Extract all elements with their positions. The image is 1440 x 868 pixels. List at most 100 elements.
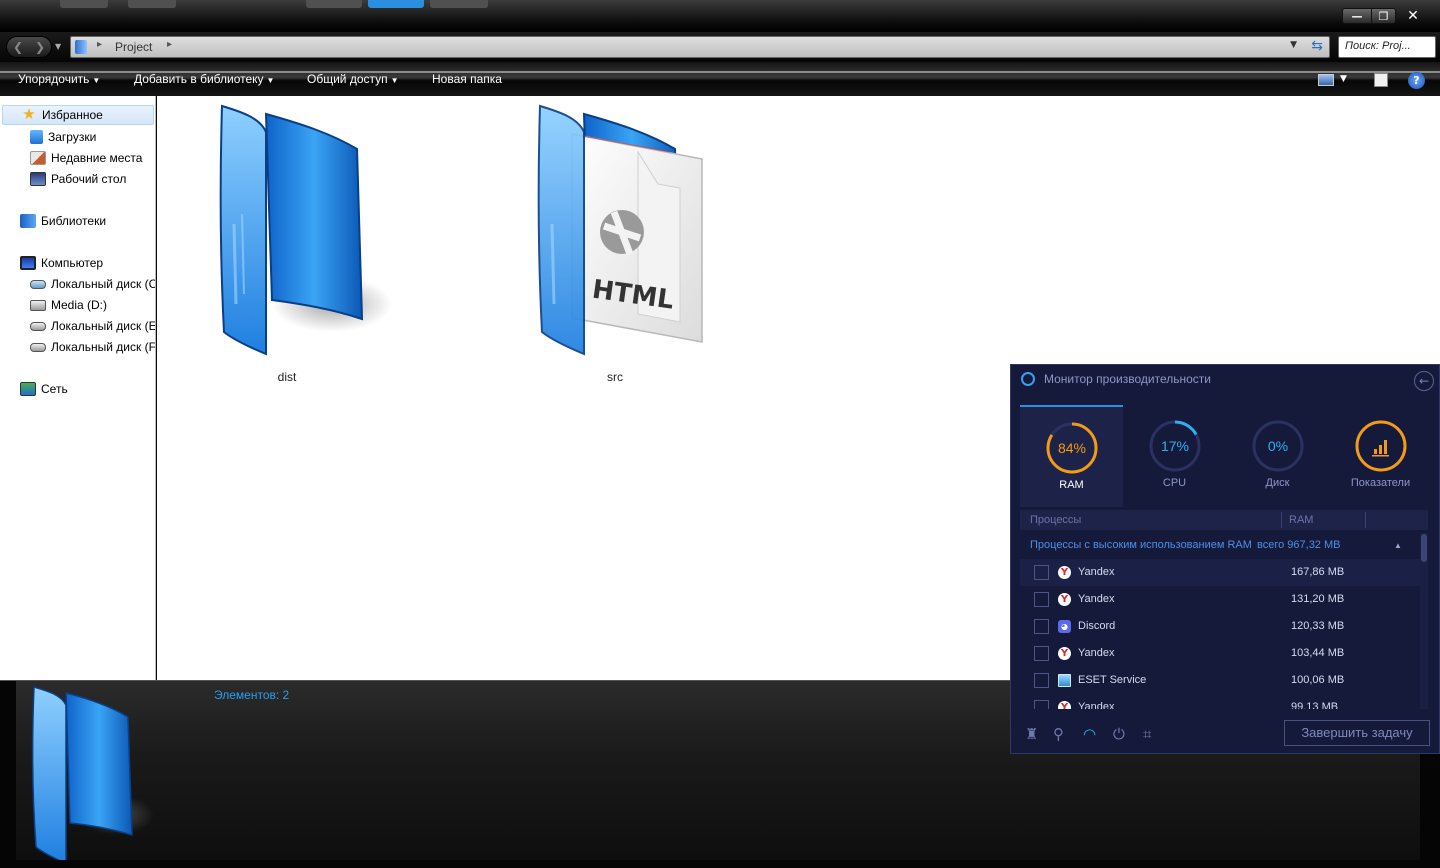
nav-label: Библиотеки [41,214,107,228]
preview-pane-icon[interactable] [1374,73,1388,87]
indicators-gauge [1355,420,1407,472]
table-row[interactable]: Y Yandex 103,44 MB [1020,640,1420,667]
search-icon[interactable]: ⚲ [1053,725,1064,743]
nav-item-libraries[interactable]: Библиотеки [20,211,106,231]
end-task-button[interactable]: Завершить задачу [1284,720,1430,746]
taskbar-fragment [60,0,108,8]
organize-button[interactable]: Упорядочить ▼ [18,72,100,86]
file-item-dist[interactable]: dist [192,104,422,384]
monitor-logo-icon [1021,372,1035,386]
media-drive-icon [30,299,46,311]
row-checkbox[interactable] [1034,700,1049,709]
column-divider [1281,512,1282,528]
change-view-icon[interactable] [1318,74,1334,86]
folder-icon [75,40,87,54]
file-item-src[interactable]: HTML src [510,104,740,384]
nav-item-recent[interactable]: Недавние места [30,148,142,168]
add-to-library-button[interactable]: Добавить в библиотеку ▼ [134,72,274,86]
navigation-pane: ★ Избранное Загрузки Недавние места Рабо… [0,96,156,680]
column-ram[interactable]: RAM [1289,514,1313,526]
process-scrollbar[interactable] [1420,533,1428,709]
search-input[interactable]: Поиск: Proj... [1338,36,1436,58]
computer-icon [20,256,36,270]
refresh-icon[interactable]: ⇆ [1311,38,1323,54]
speedometer-icon[interactable]: ◠ [1083,725,1096,743]
process-group-header[interactable]: Процессы с высоким использованием RAM вс… [1020,533,1420,559]
chevron-right-icon[interactable]: ▸ [167,39,172,50]
nav-label: Компьютер [41,256,104,270]
tab-cpu[interactable]: 17% CPU [1123,405,1226,507]
process-name: Yandex [1078,566,1115,578]
frame-edge [0,681,16,868]
file-name: dist [277,370,297,384]
table-row[interactable]: Y Yandex 99,13 MB [1020,694,1420,709]
recent-pages-dropdown[interactable]: ▼ [55,42,61,51]
nav-item-network[interactable]: Сеть [20,379,68,399]
nav-item-drive-d[interactable]: Media (D:) [30,295,107,315]
minimize-button[interactable]: — [1342,8,1372,24]
tab-label: RAM [1059,479,1084,491]
file-name: src [607,370,623,384]
rocket-icon[interactable]: ♜ [1025,725,1038,743]
collapse-icon[interactable]: ▲ [1394,541,1402,550]
nav-label: Сеть [41,382,68,396]
window-controls: — ❐ ✕ [1342,8,1430,24]
monitor-tabs: 84% RAM 17% CPU 0% Диск Показатели [1020,405,1432,507]
row-checkbox[interactable] [1034,619,1049,634]
nav-item-computer[interactable]: Компьютер [20,253,103,273]
crop-icon[interactable]: ⌗ [1143,725,1151,743]
maximize-button[interactable]: ❐ [1372,8,1396,24]
star-icon: ★ [22,106,36,123]
nav-item-desktop[interactable]: Рабочий стол [30,169,126,189]
row-checkbox[interactable] [1034,592,1049,607]
table-row[interactable]: ◕ Discord 120,33 MB [1020,613,1420,640]
nav-label: Избранное [42,108,103,122]
row-checkbox[interactable] [1034,673,1049,688]
process-name: Yandex [1078,593,1115,605]
group-total: всего 967,32 MB [1257,539,1341,551]
nav-label: Локальный диск (C [51,277,156,291]
scrollbar-thumb[interactable] [1421,534,1427,562]
folder-thumbnail-icon [31,686,154,865]
bar-chart-icon [1372,440,1389,457]
help-icon[interactable]: ? [1408,72,1425,89]
discord-icon: ◕ [1058,620,1071,633]
view-dropdown-icon[interactable]: ▼ [1340,74,1347,84]
items-count: Элементов: 2 [214,688,290,702]
nav-item-drive-f[interactable]: Локальный диск (F [30,337,155,357]
chevron-down-icon: ▼ [266,76,275,85]
tab-indicators[interactable]: Показатели [1329,405,1432,507]
row-checkbox[interactable] [1034,646,1049,661]
breadcrumb-project[interactable]: Project [115,40,152,54]
back-button[interactable]: ❮ [7,37,29,57]
table-row[interactable]: ESET Service 100,06 MB [1020,667,1420,694]
nav-item-drive-e[interactable]: Локальный диск (E [30,316,155,336]
back-arrow-icon[interactable]: ← [1414,371,1434,391]
ram-gauge: 84% [1046,422,1098,474]
nav-label: Недавние места [51,151,143,165]
process-ram: 131,20 MB [1291,593,1345,605]
nav-label: Загрузки [48,130,97,144]
chevron-right-icon[interactable]: ▸ [97,39,102,50]
address-dropdown-icon[interactable]: ▼ [1290,40,1297,50]
new-folder-button[interactable]: Новая папка [432,72,502,86]
tab-disk[interactable]: 0% Диск [1226,405,1329,507]
row-checkbox[interactable] [1034,565,1049,580]
monitor-title: Монитор производительности [1044,372,1211,386]
nav-item-drive-c[interactable]: Локальный диск (C [30,274,156,294]
close-button[interactable]: ✕ [1396,8,1430,24]
folder-html-icon: HTML [537,104,703,356]
process-name: Discord [1078,620,1116,632]
share-button[interactable]: Общий доступ ▼ [307,72,399,86]
column-processes[interactable]: Процессы [1030,514,1081,526]
table-row[interactable]: Y Yandex 131,20 MB [1020,586,1420,613]
process-name: Yandex [1078,701,1115,709]
table-row[interactable]: Y Yandex 167,86 MB [1020,559,1420,586]
tab-ram[interactable]: 84% RAM [1020,405,1123,507]
forward-button[interactable]: ❯ [29,37,51,57]
nav-item-favorites[interactable]: ★ Избранное [2,105,154,125]
power-icon[interactable]: ⏻ [1113,725,1125,743]
address-bar[interactable]: ▸ Project ▸ ▼ ⇆ [70,36,1330,58]
process-name: ESET Service [1078,674,1147,686]
nav-item-downloads[interactable]: Загрузки [30,127,96,147]
